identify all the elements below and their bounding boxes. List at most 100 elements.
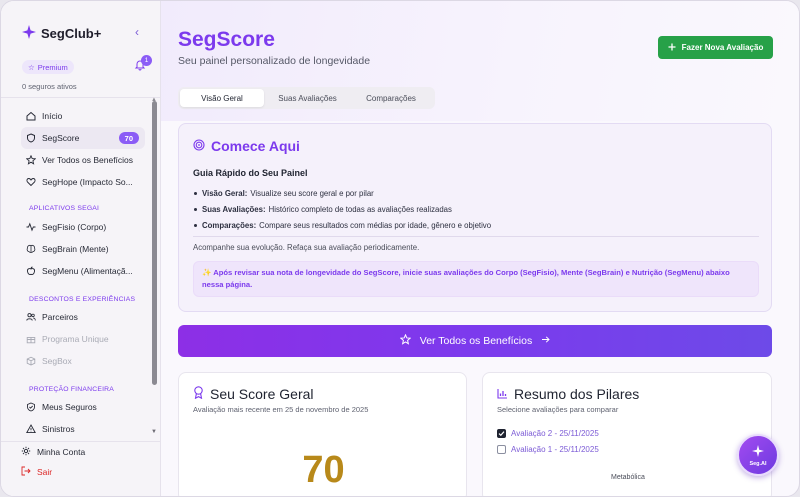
guide-text: Histórico completo de todas as avaliaçõe…: [268, 204, 452, 214]
tab-visao-geral[interactable]: Visão Geral: [180, 89, 264, 107]
logout-label: Sair: [37, 467, 53, 477]
plus-icon: [668, 43, 676, 53]
segscore-badge: 70: [118, 132, 139, 144]
sidebar-item-label: Parceiros: [42, 312, 78, 322]
seguros-ativos-text: 0 seguros ativos: [22, 82, 77, 91]
section-aplicativos: APLICATIVOS SEGAI: [29, 205, 100, 212]
collapse-sidebar-icon[interactable]: ‹: [135, 25, 139, 39]
tab-comparacoes[interactable]: Comparações: [351, 89, 431, 107]
premium-badge: ☆ Premium: [22, 60, 74, 74]
alert-icon: [26, 424, 36, 434]
view-all-benefits-button[interactable]: Ver Todos os Benefícios: [178, 325, 772, 357]
guide-term: Suas Avaliações:: [202, 204, 266, 214]
page-title: SegScore: [178, 28, 275, 51]
follow-up-text: Acompanhe sua evolução. Refaça sua avali…: [193, 243, 420, 252]
evaluation-label: Avaliação 1 - 25/11/2025: [511, 445, 599, 454]
sidebar: SegClub+ ‹ ☆ Premium 1 0 seguros ativos …: [1, 1, 161, 496]
sidebar-item-sinistros[interactable]: Sinistros: [21, 418, 145, 440]
notice-banner: ✨ Após revisar sua nota de longevidade d…: [193, 261, 759, 297]
minha-conta-label: Minha Conta: [37, 447, 86, 457]
minha-conta-link[interactable]: Minha Conta: [21, 442, 160, 462]
score-value: 70: [302, 449, 345, 491]
comece-aqui-card: Comece Aqui Guia Rápido do Seu Painel Vi…: [178, 123, 772, 312]
guide-text: Visualize seu score geral e por pilar: [250, 188, 374, 198]
guide-title: Guia Rápido do Seu Painel: [193, 168, 308, 178]
comece-aqui-title: Comece Aqui: [193, 138, 300, 154]
arrow-right-icon: [541, 335, 550, 347]
activity-icon: [26, 222, 36, 232]
logout-link[interactable]: Sair: [21, 462, 160, 482]
sidebar-item-label: SegMenu (Alimentaçã...: [42, 266, 133, 276]
bullet-icon: [194, 207, 197, 211]
home-icon: [26, 111, 36, 121]
users-icon: [26, 312, 36, 322]
target-icon: [193, 138, 205, 154]
sidebar-item-parceiros[interactable]: Parceiros: [21, 306, 145, 328]
sidebar-nav: Início SegScore 70 Ver Todos os Benefíci…: [21, 105, 145, 440]
logout-icon: [21, 466, 31, 478]
score-card-title-text: Seu Score Geral: [210, 386, 314, 402]
sidebar-item-label: Início: [42, 111, 63, 121]
pillars-card-title: Resumo dos Pilares: [497, 386, 639, 402]
sidebar-item-beneficios[interactable]: Ver Todos os Benefícios: [21, 149, 145, 171]
notification-count-badge: 1: [141, 55, 152, 66]
guide-divider: [193, 236, 759, 237]
brain-icon: [26, 244, 36, 254]
guide-term: Visão Geral:: [202, 188, 248, 198]
shield-check-icon: [26, 402, 36, 412]
sidebar-item-seghope[interactable]: SegHope (Impacto So...: [21, 171, 145, 193]
premium-label: Premium: [37, 62, 68, 72]
bullet-icon: [194, 191, 197, 195]
star-icon: ☆: [28, 62, 35, 72]
award-icon: [193, 386, 204, 402]
sidebar-item-segscore[interactable]: SegScore 70: [21, 127, 145, 149]
sidebar-item-label: Programa Unique: [42, 334, 109, 344]
apple-icon: [26, 266, 36, 276]
sidebar-item-label: SegHope (Impacto So...: [42, 177, 133, 187]
gear-icon: [21, 446, 31, 458]
scroll-down-arrow[interactable]: ▼: [151, 429, 157, 435]
sidebar-item-label: SegFisio (Corpo): [42, 222, 107, 232]
sidebar-item-programa-unique: Programa Unique: [21, 328, 145, 350]
brand[interactable]: SegClub+: [22, 25, 101, 41]
sidebar-item-segbrain[interactable]: SegBrain (Mente): [21, 238, 145, 260]
new-evaluation-button[interactable]: Fazer Nova Avaliação: [658, 36, 773, 59]
sidebar-divider: [1, 97, 160, 98]
section-protecao: PROTEÇÃO FINANCEIRA: [29, 386, 114, 393]
bar-chart-icon: [497, 386, 508, 402]
sidebar-scrollbar[interactable]: [152, 101, 157, 385]
sidebar-item-inicio[interactable]: Início: [21, 105, 145, 127]
star-icon: [26, 155, 36, 165]
pillars-card-subtitle: Selecione avaliações para comparar: [497, 405, 619, 414]
score-card-subtitle: Avaliação mais recente em 25 de novembro…: [193, 405, 369, 414]
section-descontos: DESCONTOS E EXPERIÊNCIAS: [29, 296, 136, 303]
sidebar-item-label: Ver Todos os Benefícios: [42, 155, 134, 165]
sidebar-item-label: SegBrain (Mente): [42, 244, 109, 254]
bullet-icon: [194, 223, 197, 227]
evaluation-option[interactable]: Avaliação 1 - 25/11/2025: [497, 445, 599, 454]
sidebar-footer: Minha Conta Sair: [1, 441, 160, 482]
guide-term: Comparações:: [202, 220, 257, 230]
sidebar-item-label: SegBox: [42, 356, 72, 366]
sidebar-item-segmenu[interactable]: SegMenu (Alimentaçã...: [21, 260, 145, 282]
evaluation-option[interactable]: Avaliação 2 - 25/11/2025: [497, 429, 599, 438]
checkbox-checked[interactable]: [497, 429, 506, 438]
seg-ai-assistant-button[interactable]: Seg.AI: [737, 434, 779, 476]
box-icon: [26, 356, 36, 366]
tab-suas-avaliacoes[interactable]: Suas Avaliações: [264, 89, 351, 107]
sidebar-item-meus-seguros[interactable]: Meus Seguros: [21, 396, 145, 418]
comece-aqui-label: Comece Aqui: [211, 138, 300, 154]
logo-icon: [22, 25, 36, 41]
sparkle-icon: [751, 444, 765, 460]
main-content: SegScore Seu painel personalizado de lon…: [161, 1, 799, 496]
tab-bar: Visão Geral Suas Avaliações Comparações: [178, 87, 435, 109]
pillars-card-title-text: Resumo dos Pilares: [514, 386, 640, 402]
heart-icon: [26, 177, 36, 187]
sidebar-item-label: Sinistros: [42, 424, 75, 434]
brand-name: SegClub+: [41, 25, 102, 41]
sidebar-item-label: Meus Seguros: [42, 402, 97, 412]
score-card: Seu Score Geral Avaliação mais recente e…: [178, 372, 467, 496]
checkbox-unchecked[interactable]: [497, 445, 506, 454]
sidebar-item-segfisio[interactable]: SegFisio (Corpo): [21, 216, 145, 238]
guide-item: Comparações: Compare seus resultados com…: [193, 217, 753, 233]
